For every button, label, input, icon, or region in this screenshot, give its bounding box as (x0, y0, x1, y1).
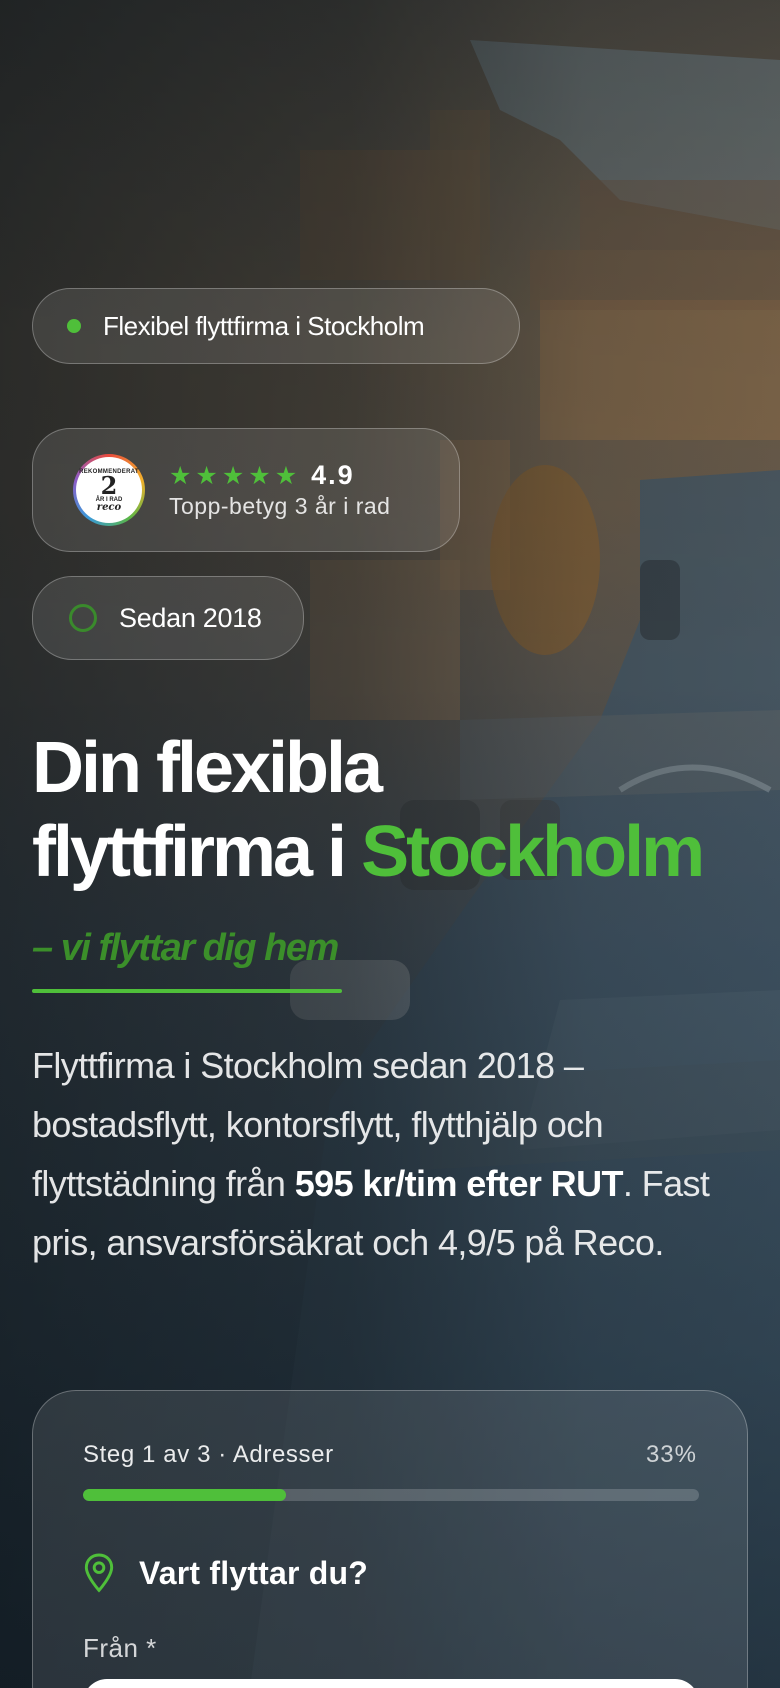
rating-pill: REKOMMENDERAT 2 ÅR I RAD reco ★ ★ ★ ★ ★ … (32, 428, 460, 552)
hero-title-accent: Stockholm (361, 812, 705, 892)
hero-title-line1: Din flexibla (32, 728, 383, 808)
question-row: Vart flyttar du? (83, 1553, 368, 1593)
rating-subtitle: Topp-betyg 3 år i rad (169, 493, 391, 519)
ring-icon (69, 604, 97, 632)
quote-form-card: Steg 1 av 3 · Adresser 33% Vart flyttar … (32, 1390, 748, 1688)
from-address-input[interactable] (83, 1679, 699, 1688)
intro-price: 595 kr/tim efter RUT (294, 1163, 624, 1204)
location-pill-text: Flexibel flyttfirma i Stockholm (103, 310, 425, 341)
status-dot-icon (67, 319, 81, 333)
step-progress-fill (83, 1489, 287, 1501)
tagline-underline (32, 989, 342, 993)
step-label: Steg 1 av 3 · Adresser (83, 1441, 334, 1468)
step-progress-bar (83, 1489, 699, 1501)
hero-title: Din flexibla flyttfirma i Stockholm (32, 726, 772, 894)
question-title: Vart flyttar du? (139, 1554, 369, 1591)
map-pin-icon (84, 1553, 114, 1593)
reco-badge-number: 2 (100, 471, 118, 500)
hero-tagline: – vi flyttar dig hem (32, 927, 339, 969)
star-icon: ★ (248, 461, 271, 490)
star-icon: ★ (221, 461, 245, 490)
hero-intro: Flyttfirma i Stockholm sedan 2018 – bost… (32, 1036, 752, 1272)
reco-badge-brand: reco (96, 502, 122, 513)
reco-badge: REKOMMENDERAT 2 ÅR I RAD reco (73, 454, 145, 526)
since-pill: Sedan 2018 (32, 576, 304, 660)
star-icon: ★ (274, 461, 298, 490)
rating-stars: ★ ★ ★ ★ ★ (169, 463, 297, 489)
from-label: Från * (83, 1633, 157, 1663)
star-icon: ★ (169, 461, 192, 490)
star-icon: ★ (195, 461, 218, 490)
since-pill-text: Sedan 2018 (119, 602, 262, 633)
step-percent: 33% (645, 1441, 697, 1468)
hero-title-line2: flyttfirma i (32, 812, 362, 892)
location-pill: Flexibel flyttfirma i Stockholm (32, 288, 520, 364)
rating-score: 4.9 (311, 460, 355, 490)
